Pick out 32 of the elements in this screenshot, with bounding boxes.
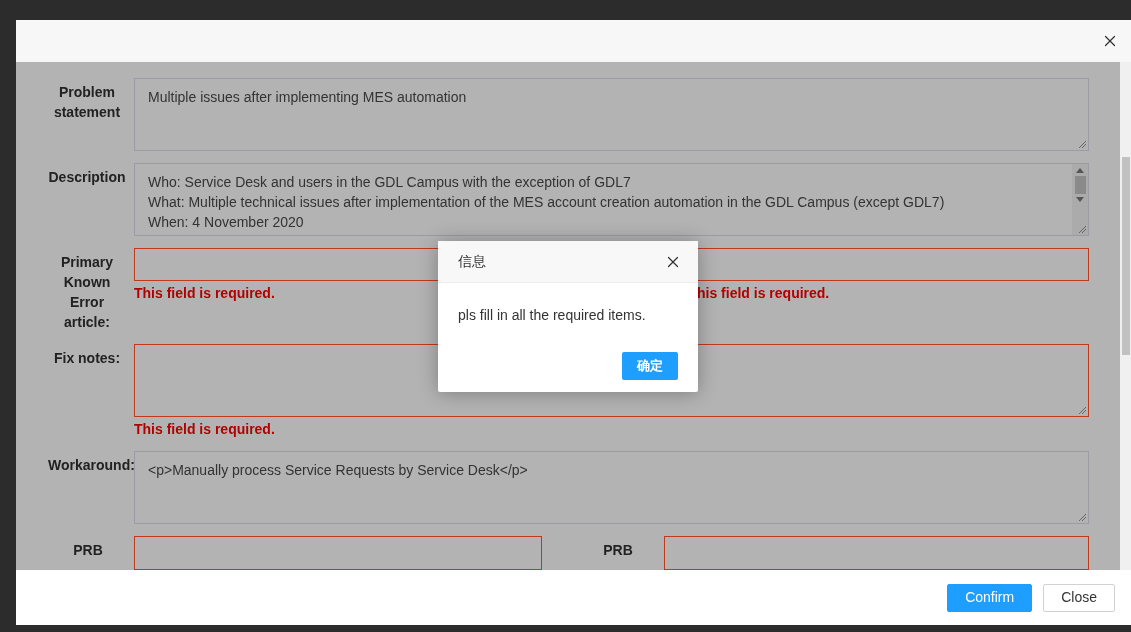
resize-handle-icon[interactable] [1078,225,1086,233]
close-button[interactable]: Close [1043,583,1115,612]
input-field[interactable] [134,536,542,570]
resize-handle-icon[interactable] [1078,140,1086,148]
dialog-title: 信息 [458,252,486,271]
error-message: This field is required. [134,420,276,439]
field-label: Problem statement [52,83,122,122]
input-field[interactable] [664,536,1089,570]
error-message: This field is required. [134,284,276,303]
text-line: Who: Service Desk and users in the GDL Campus with the exception of GDL7 [148,173,632,192]
scroll-down-icon[interactable] [1076,197,1084,202]
field-label: PRB [72,541,104,560]
text-line: Multiple issues after implementing MES automation [148,88,468,107]
error-message: his field is required. [697,284,830,303]
scrollbar[interactable] [1072,164,1088,235]
scroll-up-icon[interactable] [1076,168,1084,173]
field-label: Description [47,168,127,187]
text-line: What: Multiple technical issues after implementation of the MES account creation automation in the GDL Campus (except GDL7) [148,193,946,212]
scrollbar[interactable] [1120,62,1131,570]
scrollbar-thumb[interactable] [1074,176,1086,194]
field-label: Primary Known Error article: [59,253,115,332]
field-label: Fix notes: [52,349,122,368]
text-area[interactable] [134,163,1089,236]
text-area[interactable]: Multiple issues after implementing MES automation [134,78,1089,151]
resize-handle-icon[interactable] [1078,513,1086,521]
text-area[interactable]: <p>Manually process Service Requests by Service Desk</p> [134,451,1089,524]
field-label: Workaround: [47,456,132,475]
dialog-message: pls fill in all the required items. [457,306,647,325]
field-label: PRB [602,541,634,560]
text-line: When: 4 November 2020 [148,213,305,232]
text-line: <p>Manually process Service Requests by Service Desk</p> [148,461,529,480]
resize-handle-icon[interactable] [1078,406,1086,414]
